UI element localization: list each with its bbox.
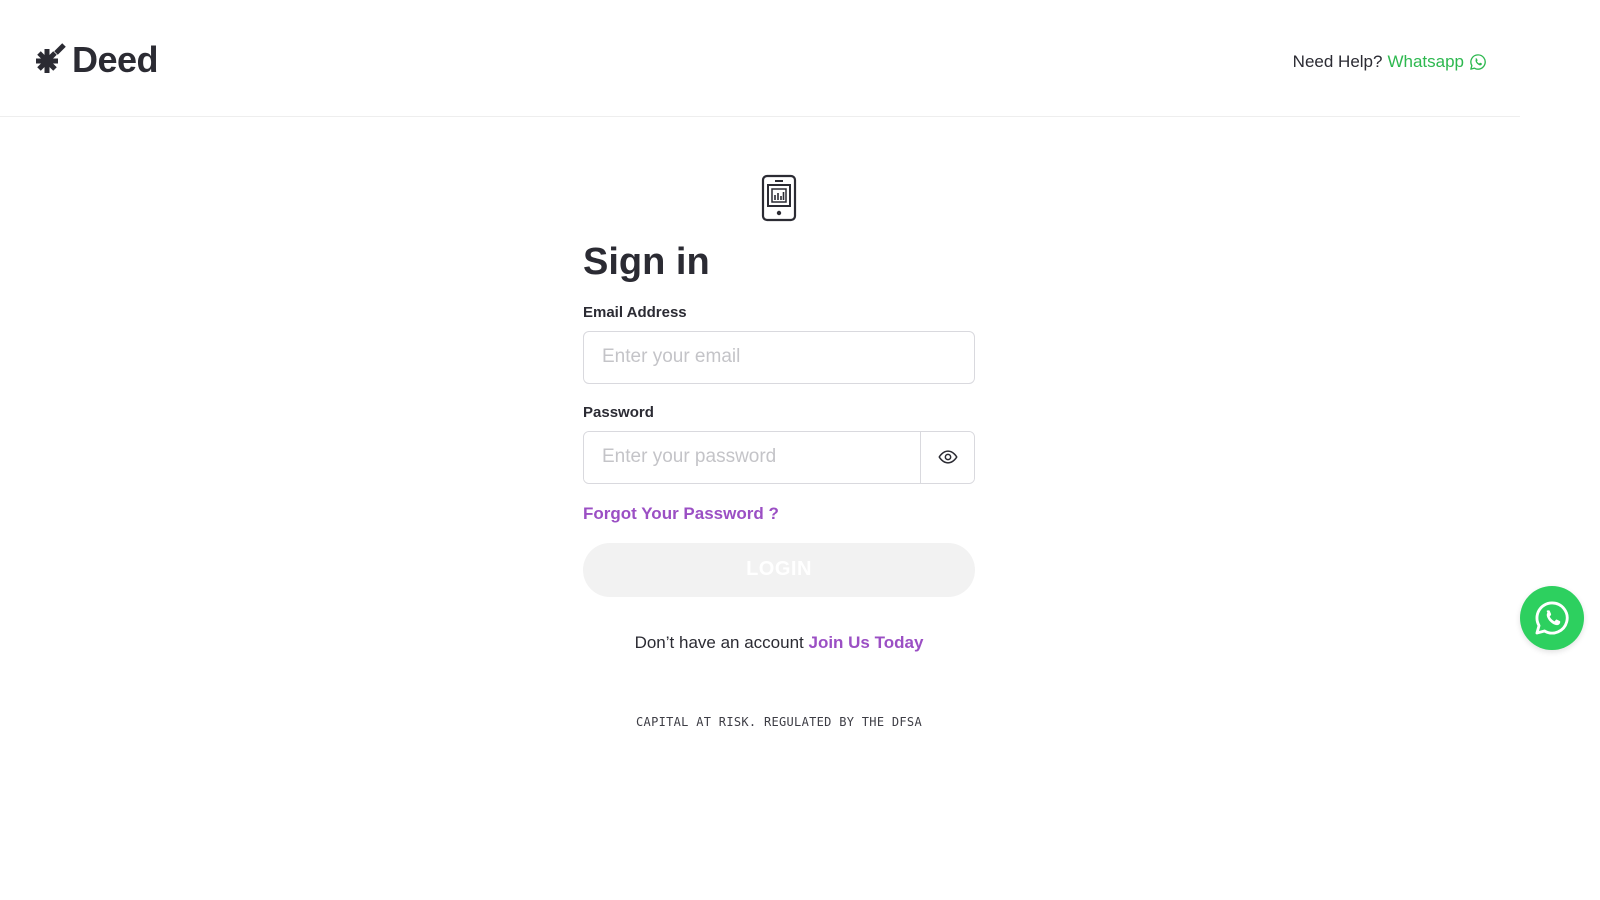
toggle-password-visibility-button[interactable] xyxy=(920,431,974,483)
forgot-password-link[interactable]: Forgot Your Password ? xyxy=(583,504,779,524)
signup-prompt: Don’t have an account Join Us Today xyxy=(583,633,975,653)
sign-in-form: Sign in Email Address Password Forgot Yo… xyxy=(583,174,975,729)
join-us-link[interactable]: Join Us Today xyxy=(808,633,923,652)
password-field[interactable] xyxy=(584,431,921,483)
tablet-chart-icon xyxy=(761,174,797,222)
whatsapp-link[interactable]: Whatsapp xyxy=(1387,52,1487,72)
whatsapp-icon xyxy=(1470,54,1486,70)
brand-name: Deed xyxy=(72,39,159,80)
signup-prompt-text: Don’t have an account xyxy=(634,632,804,652)
email-field[interactable] xyxy=(583,330,975,384)
asterisk-logo-icon xyxy=(36,43,66,73)
whatsapp-chat-button[interactable] xyxy=(1520,586,1584,650)
top-bar: Deed Need Help? Whatsapp xyxy=(0,0,1520,117)
help-contact: Need Help? Whatsapp xyxy=(1293,52,1487,72)
help-label: Need Help? xyxy=(1292,52,1383,71)
brand-logo[interactable]: Deed xyxy=(32,39,159,80)
login-button[interactable]: LOGIN xyxy=(583,542,975,597)
password-label: Password xyxy=(583,403,654,421)
eye-icon xyxy=(938,450,958,464)
password-field-group xyxy=(583,430,975,484)
email-label: Email Address xyxy=(583,303,687,321)
whatsapp-link-label: Whatsapp xyxy=(1387,52,1464,71)
regulatory-disclaimer: CAPITAL AT RISK. REGULATED BY THE DFSA xyxy=(636,714,922,729)
page-title: Sign in xyxy=(583,241,710,283)
whatsapp-icon xyxy=(1535,601,1569,635)
